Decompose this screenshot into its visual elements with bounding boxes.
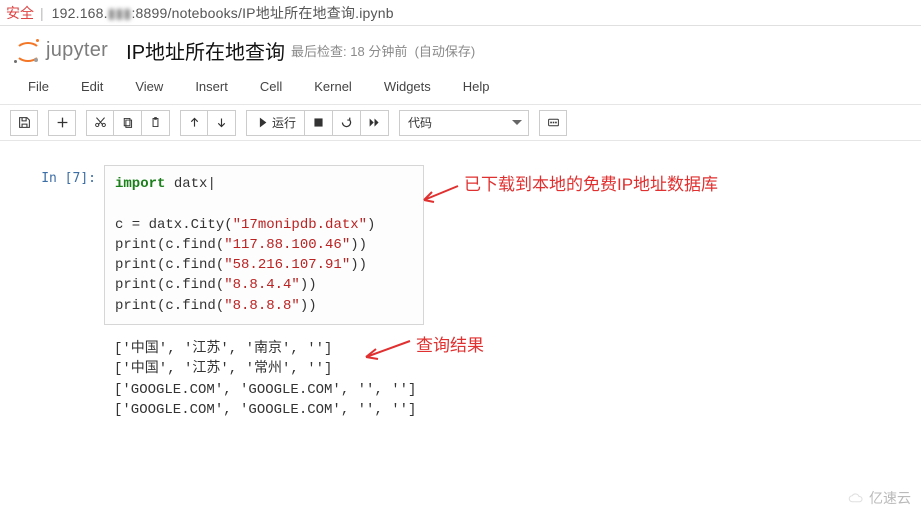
- restart-run-all-button[interactable]: [361, 110, 389, 136]
- command-palette-button[interactable]: [539, 110, 567, 136]
- menu-widgets[interactable]: Widgets: [370, 75, 449, 98]
- interrupt-button[interactable]: [305, 110, 333, 136]
- save-button[interactable]: [10, 110, 38, 136]
- separator: |: [40, 5, 44, 21]
- menu-bar: File Edit View Insert Cell Kernel Widget…: [0, 71, 921, 105]
- toolbar: 运行 代码: [0, 105, 921, 141]
- watermark: 亿速云: [847, 488, 911, 508]
- menu-kernel[interactable]: Kernel: [300, 75, 370, 98]
- run-button[interactable]: 运行: [246, 110, 305, 136]
- cell-type-value: 代码: [408, 114, 432, 131]
- cell-type-select[interactable]: 代码: [399, 110, 529, 136]
- restart-button[interactable]: [333, 110, 361, 136]
- jupyter-icon: [14, 38, 40, 64]
- cut-button[interactable]: [86, 110, 114, 136]
- move-up-button[interactable]: [180, 110, 208, 136]
- last-checkpoint: 最后检查: 18 分钟前 (自动保存): [291, 41, 475, 60]
- menu-cell[interactable]: Cell: [246, 75, 300, 98]
- code-input[interactable]: import datx| c = datx.City("17monipdb.da…: [104, 165, 424, 325]
- annotation-db: 已下载到本地的免费IP地址数据库: [464, 170, 718, 195]
- menu-view[interactable]: View: [121, 75, 181, 98]
- menu-edit[interactable]: Edit: [67, 75, 121, 98]
- code-cell[interactable]: In [7]: import datx| c = datx.City("17mo…: [24, 165, 897, 420]
- chevron-down-icon: [512, 120, 522, 125]
- input-prompt: In [7]:: [24, 165, 104, 420]
- menu-file[interactable]: File: [14, 75, 67, 98]
- move-down-button[interactable]: [208, 110, 236, 136]
- annotation-result: 查询结果: [416, 331, 484, 356]
- jupyter-wordmark: jupyter: [46, 39, 108, 62]
- url-text[interactable]: 192.168.▮▮▮:8899/notebooks/IP地址所在地查询.ipy…: [52, 3, 394, 23]
- menu-help[interactable]: Help: [449, 75, 508, 98]
- cell-output: ['中国', '江苏', '南京', ''] ['中国', '江苏', '常州'…: [104, 331, 897, 420]
- menu-insert[interactable]: Insert: [181, 75, 246, 98]
- browser-address-bar[interactable]: 安全 | 192.168.▮▮▮:8899/notebooks/IP地址所在地查…: [0, 0, 921, 26]
- cloud-icon: [847, 491, 865, 505]
- notebook-area: In [7]: import datx| c = datx.City("17mo…: [0, 141, 921, 450]
- add-cell-button[interactable]: [48, 110, 76, 136]
- security-label: 安全: [6, 3, 34, 23]
- copy-button[interactable]: [114, 110, 142, 136]
- notebook-header: jupyter IP地址所在地查询 最后检查: 18 分钟前 (自动保存): [0, 26, 921, 71]
- jupyter-logo[interactable]: jupyter: [14, 38, 108, 64]
- paste-button[interactable]: [142, 110, 170, 136]
- notebook-title[interactable]: IP地址所在地查询: [126, 36, 285, 65]
